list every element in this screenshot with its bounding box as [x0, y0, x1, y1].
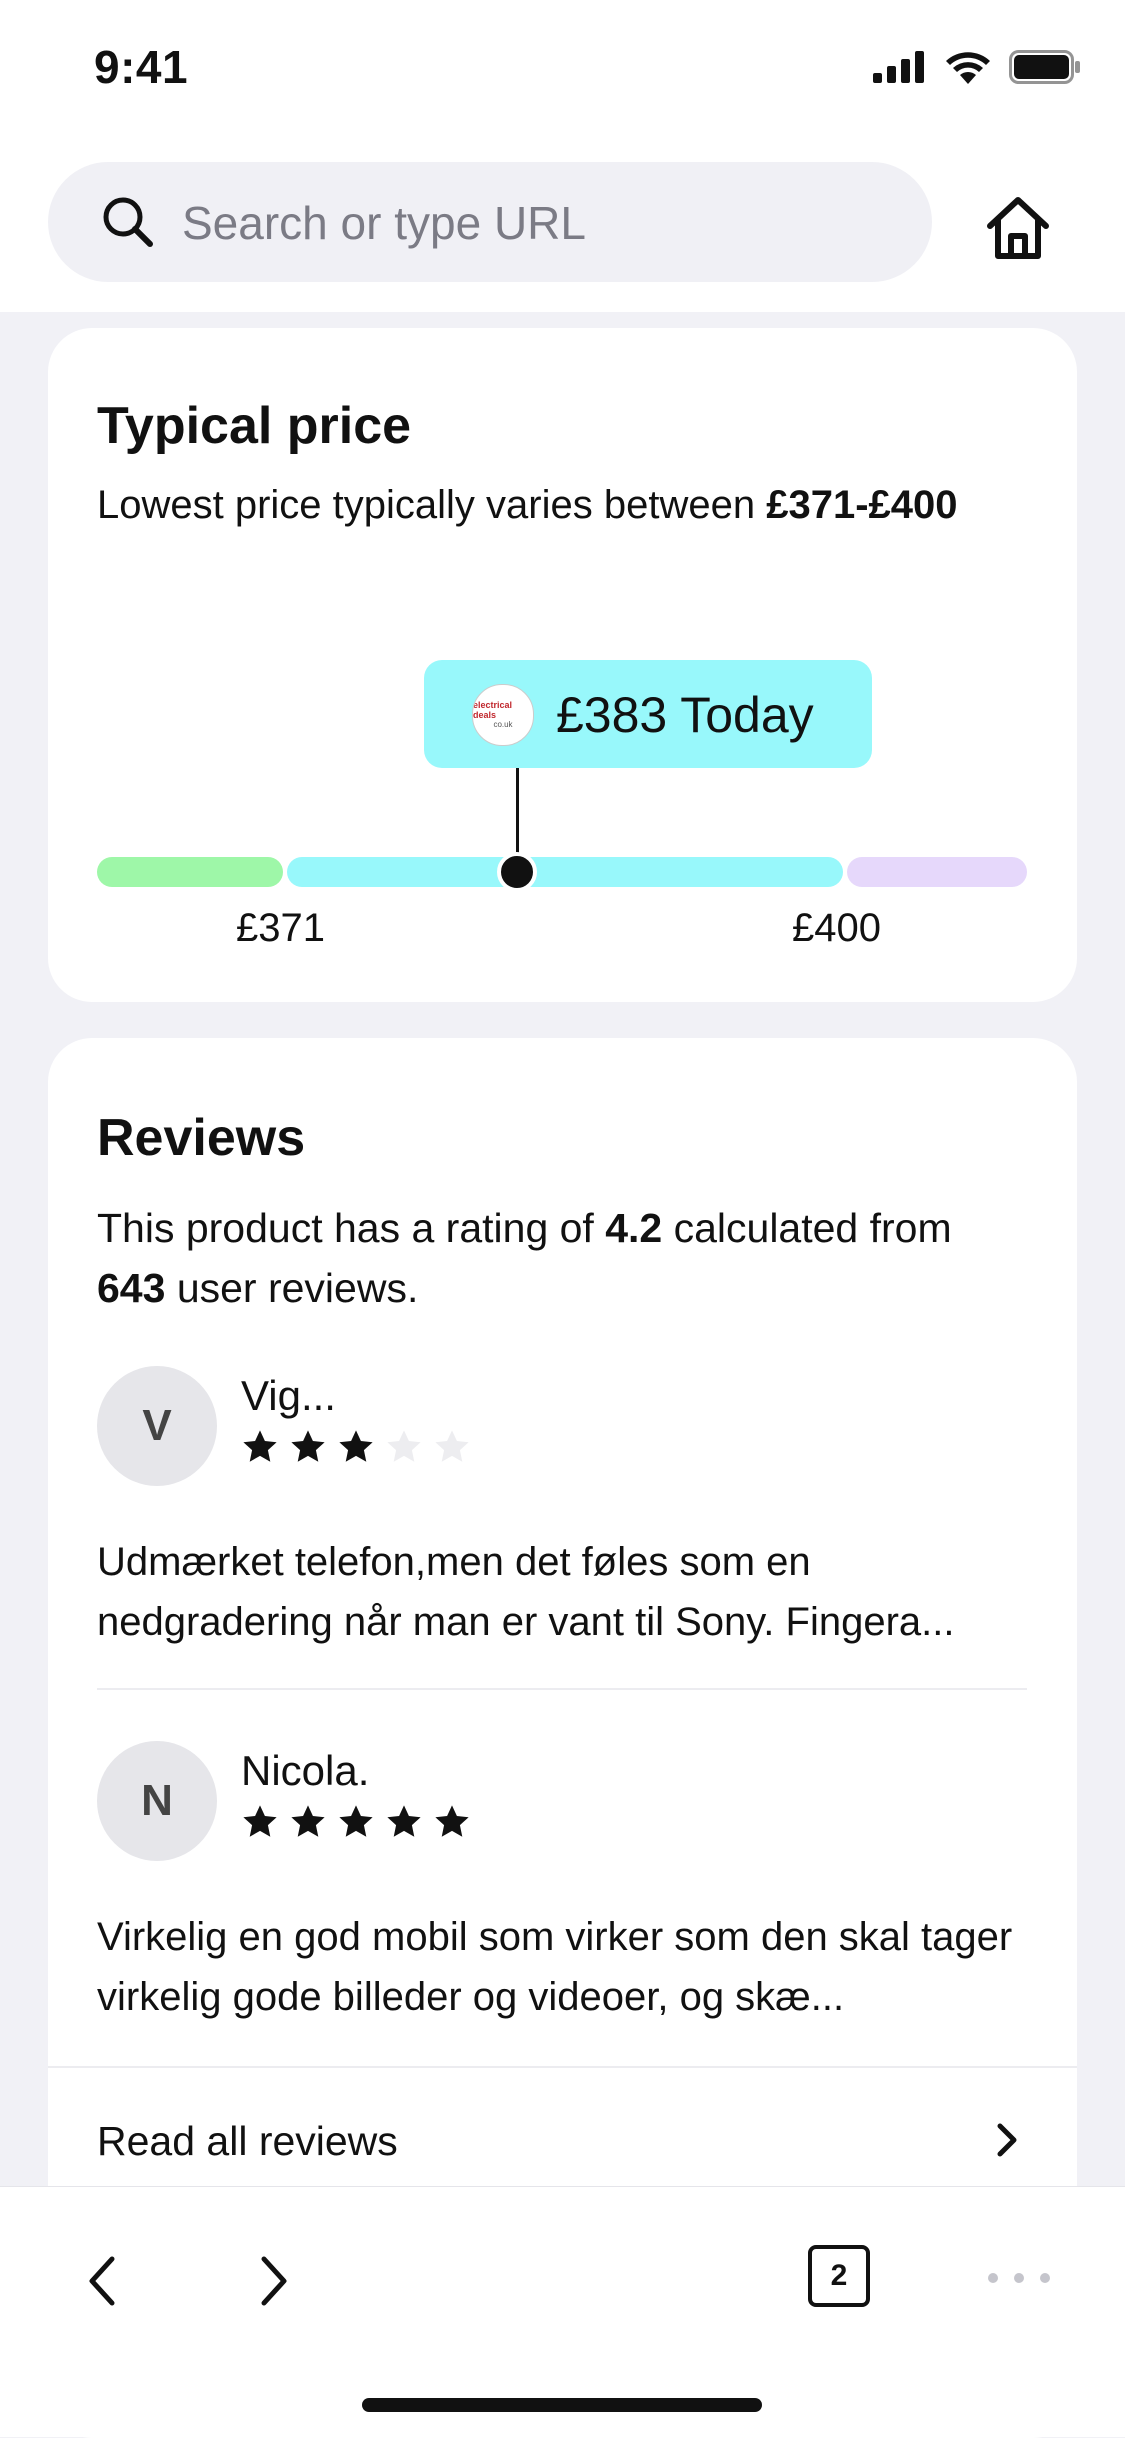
address-bar[interactable]: [48, 162, 932, 282]
avatar: N: [97, 1741, 217, 1861]
star-filled-icon: [435, 1805, 469, 1837]
reviewer-name: Vig...: [241, 1372, 336, 1419]
range-low-label: £371: [236, 906, 325, 950]
review-text: Udmærket telefon,men det føles som en ne…: [97, 1540, 955, 1644]
rating-summary-prefix: This product has a rating of: [97, 1205, 606, 1251]
star-filled-icon: [339, 1805, 373, 1837]
star-empty-icon: [435, 1430, 469, 1462]
star-filled-icon: [243, 1430, 277, 1462]
star-filled-icon: [291, 1805, 325, 1837]
merchant-logo: electrical deals co.uk: [472, 684, 534, 746]
typical-price-title: Typical price: [97, 397, 412, 455]
rating-value: 4.2: [605, 1205, 663, 1251]
star-filled-icon: [387, 1805, 421, 1837]
rating-summary-suffix: user reviews.: [165, 1265, 419, 1311]
reviews-title: Reviews: [97, 1109, 306, 1167]
range-high-segment: [847, 857, 1027, 887]
more-menu-icon[interactable]: [988, 2273, 1050, 2283]
tabs-button[interactable]: 2: [808, 2245, 870, 2307]
forward-icon[interactable]: [252, 2253, 292, 2309]
home-icon[interactable]: [980, 190, 1056, 266]
search-input[interactable]: [180, 190, 884, 256]
price-range-text: £371-£400: [766, 483, 958, 527]
read-all-reviews-link[interactable]: Read all reviews: [97, 2118, 398, 2165]
review-divider: [97, 1688, 1027, 1690]
today-price-tooltip: electrical deals co.uk £383 Today: [424, 660, 872, 768]
status-bar: 9:41: [0, 0, 1125, 140]
typical-price-description: Lowest price typically varies between £3…: [97, 478, 1027, 532]
star-filled-icon: [291, 1430, 325, 1462]
status-time: 9:41: [94, 41, 189, 93]
today-price: £383 Today: [556, 687, 814, 743]
review-count: 643: [97, 1265, 166, 1311]
rating-summary-middle: calculated from: [662, 1205, 952, 1251]
current-price-marker: [497, 852, 538, 892]
price-desc-text: Lowest price typically varies between: [97, 483, 767, 527]
battery-icon: [1009, 50, 1080, 84]
browser-top-bar: [0, 140, 1125, 312]
wifi-icon: [946, 52, 990, 84]
review-text: Virkelig en god mobil som virker som den…: [97, 1915, 1013, 2019]
range-low-segment: [97, 857, 283, 887]
star-filled-icon: [339, 1430, 373, 1462]
star-empty-icon: [387, 1430, 421, 1462]
range-typical-segment: [287, 857, 843, 887]
typical-price-card: Typical price Lowest price typically var…: [48, 328, 1077, 1002]
status-icons: [873, 50, 1081, 84]
merchant-logo-text: electrical deals: [473, 700, 513, 720]
cellular-signal-icon: [873, 51, 924, 83]
back-icon[interactable]: [84, 2253, 124, 2309]
home-indicator: [362, 2398, 762, 2412]
read-all-divider: [48, 2066, 1077, 2068]
search-icon: [103, 197, 153, 247]
chevron-right-icon[interactable]: [986, 2120, 1026, 2160]
merchant-logo-sub: co.uk: [493, 720, 513, 729]
star-filled-icon: [243, 1805, 277, 1837]
reviewer-name: Nicola.: [241, 1747, 370, 1794]
range-high-label: £400: [792, 906, 881, 950]
star-rating: [241, 1428, 471, 1466]
avatar: V: [97, 1366, 217, 1486]
rating-summary: This product has a rating of 4.2 calcula…: [97, 1198, 1057, 1318]
star-rating: [241, 1803, 471, 1841]
